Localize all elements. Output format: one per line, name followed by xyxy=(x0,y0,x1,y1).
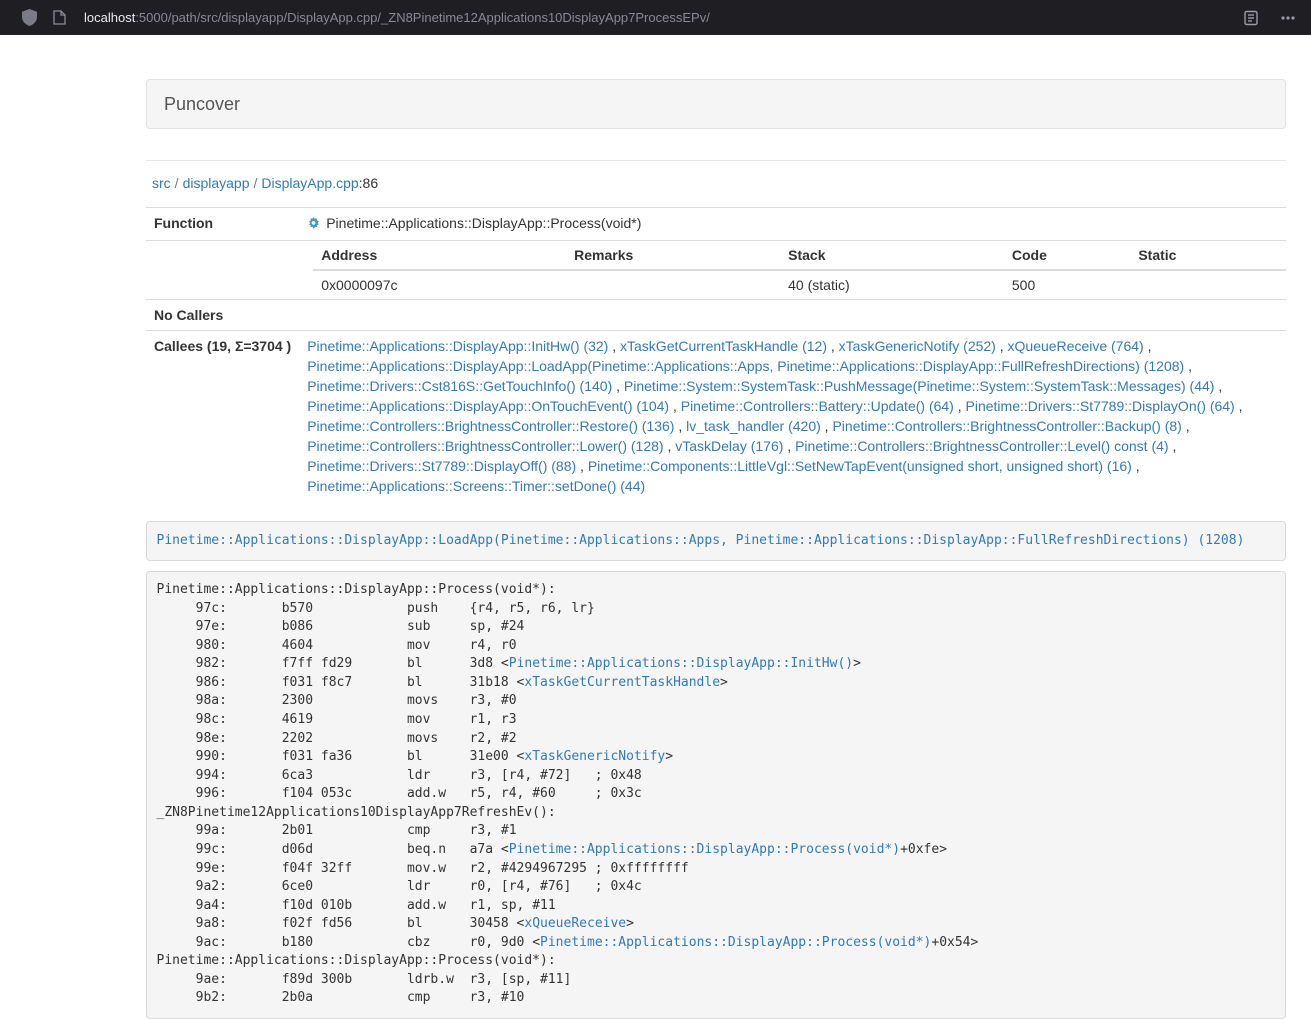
detail-header-static: Static xyxy=(1130,241,1286,270)
detail-header-row: Address Remarks Stack Code Static xyxy=(313,241,1286,270)
callee-link[interactable]: Pinetime::Controllers::BrightnessControl… xyxy=(307,438,663,454)
callee-link[interactable]: xTaskGenericNotify (252) xyxy=(839,338,996,354)
detail-table: Address Remarks Stack Code Static 0x0000… xyxy=(313,241,1286,299)
callees-list: Pinetime::Applications::DisplayApp::Init… xyxy=(299,331,1286,502)
asm-symbol-link[interactable]: xTaskGetCurrentTaskHandle xyxy=(524,675,720,690)
detail-header-address: Address xyxy=(313,241,566,270)
breadcrumb: src/displayapp/DisplayApp.cpp:86 xyxy=(152,175,1286,191)
detail-header-code: Code xyxy=(1004,241,1130,270)
breadcrumb-link-src[interactable]: src xyxy=(152,175,171,191)
callee-link[interactable]: xTaskGetCurrentTaskHandle (12) xyxy=(620,338,827,354)
callee-link[interactable]: Pinetime::System::SystemTask::PushMessag… xyxy=(624,378,1215,394)
no-callers-cell xyxy=(299,300,1286,331)
breadcrumb-separator: / xyxy=(175,175,179,191)
detail-address: 0x0000097c xyxy=(313,270,566,299)
breadcrumb-link-displayapp[interactable]: displayapp xyxy=(183,175,250,191)
highlighted-callee-panel: Pinetime::Applications::DisplayApp::Load… xyxy=(146,521,1286,561)
asm-symbol-link[interactable]: Pinetime::Applications::DisplayApp::Proc… xyxy=(509,842,900,857)
function-name: Pinetime::Applications::DisplayApp::Proc… xyxy=(326,215,641,231)
shield-icon[interactable] xyxy=(22,9,37,26)
highlighted-callee-link[interactable]: Pinetime::Applications::DisplayApp::Load… xyxy=(157,533,1245,548)
detail-header-stack: Stack xyxy=(780,241,1004,270)
function-type-icon xyxy=(307,215,320,235)
disassembly: Pinetime::Applications::DisplayApp::Proc… xyxy=(146,571,1286,1019)
detail-row: Address Remarks Stack Code Static 0x0000… xyxy=(146,241,1286,300)
callee-link[interactable]: Pinetime::Controllers::BrightnessControl… xyxy=(795,438,1168,454)
callee-link[interactable]: Pinetime::Applications::Screens::Timer::… xyxy=(307,478,645,494)
address-bar[interactable]: localhost:5000/path/src/displayapp/Displ… xyxy=(84,10,1223,25)
callee-link[interactable]: Pinetime::Applications::DisplayApp::OnTo… xyxy=(307,398,669,414)
callee-link[interactable]: Pinetime::Applications::DisplayApp::Init… xyxy=(307,338,608,354)
asm-symbol-link[interactable]: Pinetime::Applications::DisplayApp::Proc… xyxy=(540,935,931,950)
no-callers-row: No Callers xyxy=(146,300,1286,331)
asm-symbol-link[interactable]: Pinetime::Applications::DisplayApp::Init… xyxy=(509,656,853,671)
detail-cell: Address Remarks Stack Code Static 0x0000… xyxy=(299,241,1286,300)
detail-data-row: 0x0000097c 40 (static) 500 xyxy=(313,270,1286,299)
callee-link[interactable]: Pinetime::Components::LittleVgl::SetNewT… xyxy=(588,458,1132,474)
callee-link[interactable]: Pinetime::Drivers::St7789::DisplayOn() (… xyxy=(966,398,1235,414)
callee-link[interactable]: lv_task_handler (420) xyxy=(686,418,821,434)
url-host: localhost xyxy=(84,10,135,25)
asm-symbol-link[interactable]: xTaskGenericNotify xyxy=(524,749,665,764)
callees-label: Callees (19, Σ=3704 ) xyxy=(146,331,299,502)
breadcrumb-separator: / xyxy=(254,175,258,191)
content: Puncover src/displayapp/DisplayApp.cpp:8… xyxy=(146,79,1286,1019)
divider xyxy=(146,160,1286,161)
detail-code: 500 xyxy=(1004,270,1130,299)
detail-stack: 40 (static) xyxy=(780,270,1004,299)
detail-header-remarks: Remarks xyxy=(566,241,780,270)
callee-link[interactable]: Pinetime::Drivers::Cst816S::GetTouchInfo… xyxy=(307,378,612,394)
callees-row: Callees (19, Σ=3704 ) Pinetime::Applicat… xyxy=(146,331,1286,502)
function-name-cell: Pinetime::Applications::DisplayApp::Proc… xyxy=(299,208,1286,241)
reader-mode-icon[interactable] xyxy=(1243,10,1259,26)
detail-remarks xyxy=(566,270,780,299)
callee-link[interactable]: vTaskDelay (176) xyxy=(675,438,783,454)
callee-link[interactable]: Pinetime::Controllers::Battery::Update()… xyxy=(681,398,954,414)
url-path: :5000/path/src/displayapp/DisplayApp.cpp… xyxy=(135,10,710,25)
callee-link[interactable]: xQueueReceive (764) xyxy=(1008,338,1144,354)
asm-symbol-link[interactable]: xQueueReceive xyxy=(524,916,626,931)
callee-link[interactable]: Pinetime::Applications::DisplayApp::Load… xyxy=(307,358,1184,374)
breadcrumb-link-file[interactable]: DisplayApp.cpp xyxy=(261,175,358,191)
callee-link[interactable]: Pinetime::Controllers::BrightnessControl… xyxy=(307,418,674,434)
callee-link[interactable]: Pinetime::Drivers::St7789::DisplayOff() … xyxy=(307,458,576,474)
callee-link[interactable]: Pinetime::Controllers::BrightnessControl… xyxy=(832,418,1181,434)
function-row-label: Function xyxy=(146,208,299,241)
app-brand[interactable]: Puncover xyxy=(164,94,240,115)
browser-topbar: localhost:5000/path/src/displayapp/Displ… xyxy=(0,0,1311,35)
breadcrumb-line-number: :86 xyxy=(359,175,378,191)
no-callers-label: No Callers xyxy=(146,300,299,331)
detail-row-spacer xyxy=(146,241,299,300)
function-row: Function Pinetime::Applications::Display… xyxy=(146,208,1286,241)
menu-icon[interactable] xyxy=(1279,9,1297,27)
app-header: Puncover xyxy=(146,79,1286,129)
function-table: Function Pinetime::Applications::Display… xyxy=(146,207,1286,501)
detail-static xyxy=(1130,270,1286,299)
page-icon xyxy=(53,10,66,25)
